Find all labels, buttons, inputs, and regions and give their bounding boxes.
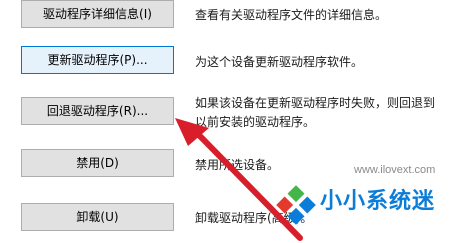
brand-logo-icon	[276, 185, 316, 225]
watermark-brand: 小小系统迷	[320, 189, 436, 214]
watermark-url: www.ilovext.com	[354, 164, 436, 176]
